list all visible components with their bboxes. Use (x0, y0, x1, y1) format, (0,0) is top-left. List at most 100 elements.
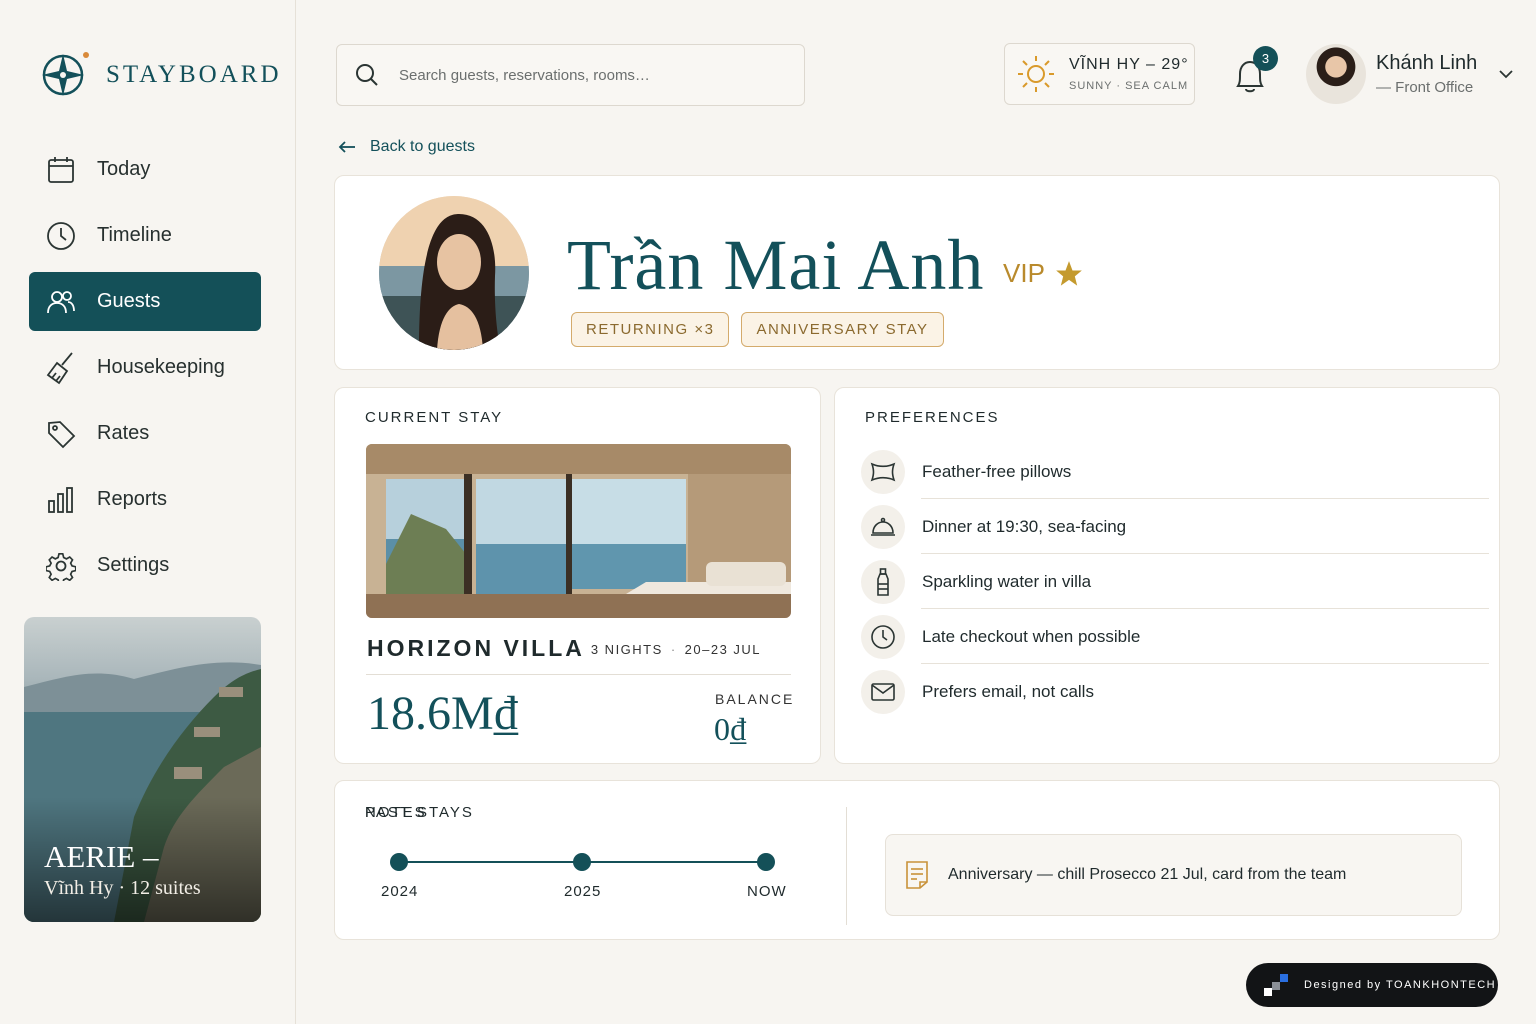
search-icon (356, 64, 378, 86)
credit-text: Designed by TOANKHONTECH (1304, 979, 1497, 991)
gear-icon (45, 550, 77, 582)
bar-chart-icon (45, 484, 77, 516)
tag-anniversary: ANNIVERSARY STAY (741, 312, 944, 347)
sidebar-item-rates[interactable]: Rates (29, 404, 261, 463)
timeline-dot-now[interactable] (757, 853, 775, 871)
sidebar-item-label: Today (97, 158, 151, 180)
preferences-list: Feather-free pillows Dinner at 19:30, se… (861, 444, 1489, 719)
sidebar-item-label: Rates (97, 422, 150, 444)
sidebar-item-label: Reports (97, 488, 168, 510)
stay-meta: · 3 NIGHTS · 20–23 JUL (569, 642, 761, 657)
sidebar-item-guests[interactable]: Guests (29, 272, 261, 331)
mail-icon (861, 669, 905, 714)
notification-count-badge: 3 (1253, 46, 1278, 71)
weather-subtitle: SUNNY · SEA CALM (1069, 80, 1189, 92)
tag-icon (45, 418, 77, 450)
room-name: HORIZON VILLA (367, 635, 585, 661)
cloche-icon (861, 504, 905, 549)
sidebar-item-reports[interactable]: Reports (29, 470, 261, 529)
balance-label: BALANCE (715, 691, 795, 707)
preference-label: Dinner at 19:30, sea-facing (922, 516, 1127, 536)
current-stay-card: CURRENT STAY HORIZON VILLA · 3 NIGHTS · … (334, 387, 821, 764)
user-menu[interactable]: Khánh Linh — Front Office (1306, 44, 1513, 104)
brand[interactable]: STAYBOARD (40, 50, 282, 100)
sidebar-item-label: Guests (97, 290, 161, 312)
preferences-title: PREFERENCES (865, 409, 1000, 426)
stay-dates: 20–23 JUL (684, 642, 762, 657)
resort-subtitle: Vĩnh Hy · 12 suites (44, 877, 201, 899)
clock-icon (861, 614, 905, 659)
notes-title: NOTES (365, 804, 427, 821)
note-text: Anniversary — chill Prosecco 21 Jul, car… (948, 866, 1347, 883)
bottle-icon (861, 559, 905, 604)
compass-logo-icon (42, 52, 89, 96)
villa-photo (366, 444, 791, 618)
avatar (1306, 44, 1366, 104)
separator-dot: · (670, 642, 677, 657)
timeline-label: 2024 (381, 883, 419, 900)
sidebar-item-settings[interactable]: Settings (29, 536, 261, 595)
weather-widget[interactable]: VĨNH HY – 29° SUNNY · SEA CALM (1004, 43, 1195, 105)
preference-item: Late checkout when possible (861, 609, 1489, 664)
note-item[interactable]: Anniversary — chill Prosecco 21 Jul, car… (885, 834, 1462, 916)
preference-label: Prefers email, not calls (922, 681, 1094, 701)
timeline-label: NOW (747, 883, 787, 900)
note-icon (906, 861, 928, 889)
vip-badge: VIP (1003, 258, 1083, 289)
guest-tags: RETURNING ×3 ANNIVERSARY STAY (571, 312, 956, 347)
past-stays-timeline: 2024 2025 NOW (375, 847, 786, 907)
sidebar-item-label: Housekeeping (97, 356, 225, 378)
preference-label: Sparkling water in villa (922, 571, 1092, 591)
current-stay-title: CURRENT STAY (365, 409, 504, 426)
brand-name: STAYBOARD (106, 61, 282, 88)
preference-label: Late checkout when possible (922, 626, 1141, 646)
chevron-down-icon (1499, 70, 1513, 79)
broom-icon (45, 351, 77, 384)
timeline-dot-2024[interactable] (390, 853, 408, 871)
preferences-card: PREFERENCES Feather-free pillows Dinner … (834, 387, 1500, 764)
designer-credit: Designed by TOANKHONTECH (1246, 963, 1498, 1007)
guest-name: Trần Mai Anh (567, 225, 985, 305)
past-stays-notes-card: PAST STAYS 2024 2025 NOW NOTES Anniversa… (334, 780, 1500, 940)
divider (366, 674, 791, 675)
sidebar-item-label: Settings (97, 554, 170, 576)
stay-total-amount: 18.6M₫ (367, 687, 519, 740)
calendar-icon (45, 154, 77, 186)
clock-icon (45, 220, 77, 252)
preference-item: Prefers email, not calls (861, 664, 1489, 719)
star-icon (1056, 260, 1082, 286)
timeline-dot-2025[interactable] (573, 853, 591, 871)
sun-icon (1018, 56, 1054, 92)
users-icon (45, 286, 77, 318)
resort-name: AERIE – (44, 839, 159, 874)
sidebar: STAYBOARD Today Timeline Guests Housekee… (0, 0, 296, 1024)
preference-label: Feather-free pillows (922, 461, 1072, 481)
preference-item: Dinner at 19:30, sea-facing (861, 499, 1489, 554)
user-name: Khánh Linh (1376, 52, 1478, 74)
back-to-guests-link[interactable]: Back to guests (338, 138, 475, 156)
timeline-label: 2025 (564, 883, 602, 900)
preference-item: Feather-free pillows (861, 444, 1489, 499)
divider (846, 807, 847, 925)
weather-title: VĨNH HY – 29° (1069, 56, 1189, 73)
sidebar-nav: Today Timeline Guests Housekeeping Rates… (29, 140, 261, 602)
preference-item: Sparkling water in villa (861, 554, 1489, 609)
arrow-left-icon (338, 141, 355, 153)
search-bar[interactable] (336, 44, 805, 106)
resort-card[interactable]: AERIE – Vĩnh Hy · 12 suites (24, 617, 261, 922)
sidebar-item-label: Timeline (97, 224, 172, 246)
stay-nights: 3 NIGHTS (590, 642, 663, 657)
guest-photo (379, 196, 529, 350)
back-label: Back to guests (370, 138, 475, 155)
sidebar-item-today[interactable]: Today (29, 140, 261, 199)
guest-header-card: Trần Mai Anh VIP RETURNING ×3 ANNIVERSAR… (334, 175, 1500, 370)
vip-label: VIP (1003, 258, 1045, 288)
sidebar-item-housekeeping[interactable]: Housekeeping (29, 338, 261, 397)
sidebar-item-timeline[interactable]: Timeline (29, 206, 261, 265)
search-input[interactable] (399, 66, 779, 84)
pillow-icon (861, 449, 905, 494)
tag-returning: RETURNING ×3 (571, 312, 730, 347)
balance-value: 0₫ (714, 711, 747, 747)
separator-dot: · (577, 642, 583, 657)
user-role: — Front Office (1376, 79, 1474, 96)
